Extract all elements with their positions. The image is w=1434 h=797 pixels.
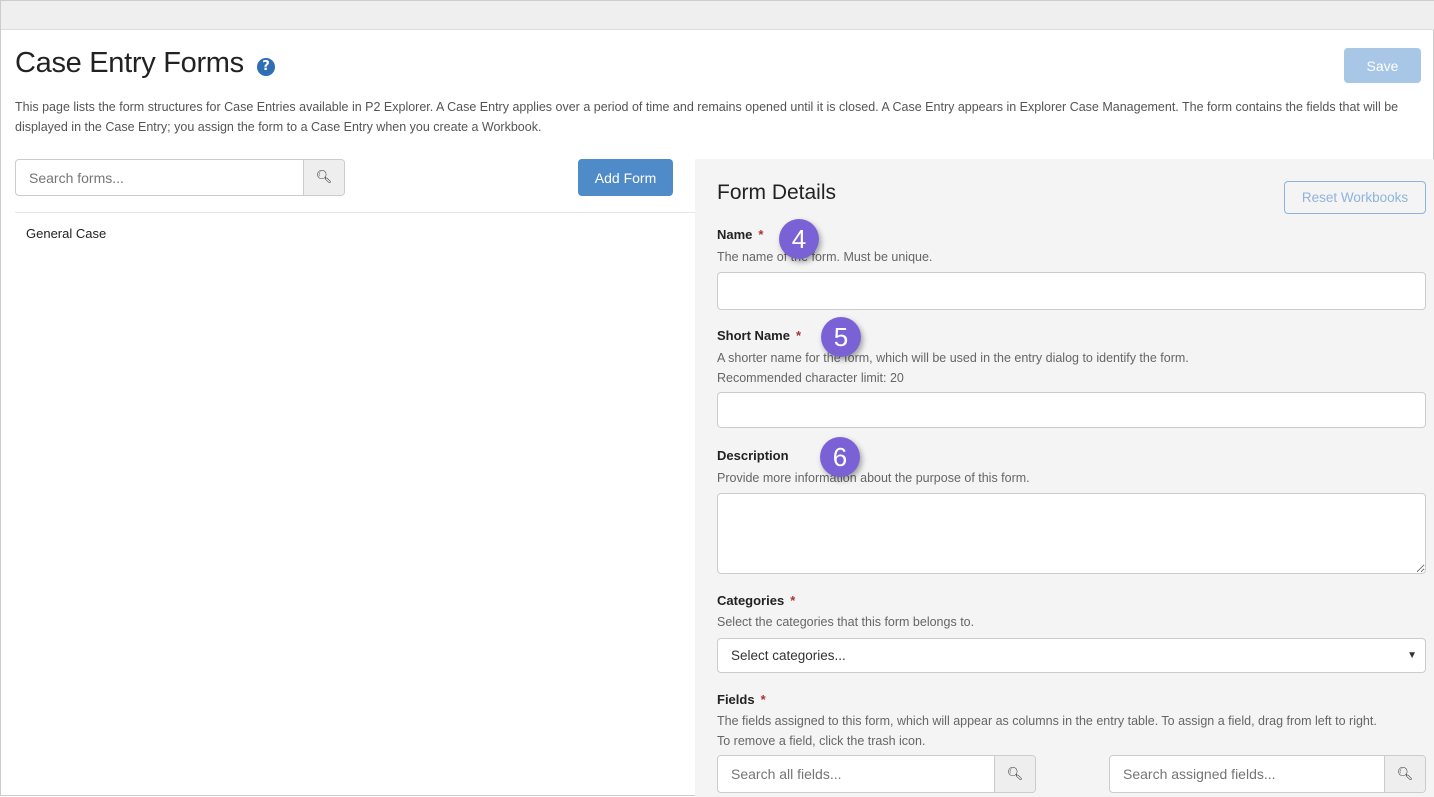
save-button[interactable]: Save xyxy=(1344,48,1421,83)
categories-label-text: Categories xyxy=(717,593,785,608)
fields-hint-remove: To remove a field, click the trash icon. xyxy=(717,734,926,748)
page-description: This page lists the form structures for … xyxy=(15,100,1399,134)
fields-hint: The fields assigned to this form, which … xyxy=(717,714,1377,728)
search-icon: 🔍︎ xyxy=(315,170,333,185)
required-marker: * xyxy=(758,227,764,242)
annotation-badge: 4 xyxy=(779,219,819,259)
search-forms-button[interactable]: 🔍︎ xyxy=(303,160,344,195)
form-list-item[interactable]: General Case xyxy=(26,226,106,241)
fields-label-text: Fields xyxy=(717,692,755,707)
categories-selected: Select categories... xyxy=(731,648,846,663)
search-assigned-fields-input[interactable] xyxy=(1110,756,1384,792)
search-icon: 🔍︎ xyxy=(1006,766,1024,782)
search-forms: 🔍︎ xyxy=(15,159,345,196)
name-input[interactable] xyxy=(717,272,1426,310)
help-icon[interactable]: ? xyxy=(257,58,275,76)
required-marker: * xyxy=(795,328,802,343)
search-icon: 🔍︎ xyxy=(1396,766,1414,782)
required-marker: * xyxy=(790,593,796,608)
categories-label: Categories * xyxy=(717,593,795,608)
description-hint: Provide more information about the purpo… xyxy=(717,471,1030,485)
form-details-title: Form Details xyxy=(717,181,837,204)
caret-down-icon: ▼ xyxy=(1407,650,1417,661)
categories-select[interactable]: Select categories... ▼ xyxy=(717,638,1426,673)
top-bar xyxy=(1,1,1434,30)
categories-hint: Select the categories that this form bel… xyxy=(717,615,975,629)
name-label: Name * xyxy=(717,227,763,242)
required-marker: * xyxy=(760,692,766,707)
divider xyxy=(15,212,695,213)
annotation-badge: 5 xyxy=(821,317,861,357)
search-all-fields-input[interactable] xyxy=(718,756,994,792)
reset-workbooks-button[interactable]: Reset Workbooks xyxy=(1284,181,1426,214)
search-forms-input[interactable] xyxy=(16,160,303,195)
name-label-text: Name xyxy=(717,227,753,242)
short-name-limit: Recommended character limit: 20 xyxy=(717,371,904,385)
short-name-input[interactable] xyxy=(717,392,1426,428)
search-all-fields: 🔍︎ xyxy=(717,755,1036,793)
short-name-label-text: Short Name xyxy=(717,328,790,343)
description-textarea[interactable] xyxy=(717,493,1426,574)
name-hint: The name of the form. Must be unique. xyxy=(717,250,933,264)
fields-label: Fields * xyxy=(717,692,766,707)
description-label: Description xyxy=(717,448,789,463)
short-name-hint: A shorter name for the form, which will … xyxy=(717,351,1189,365)
annotation-badge: 6 xyxy=(820,437,860,477)
add-form-button[interactable]: Add Form xyxy=(578,159,673,196)
short-name-label: Short Name * xyxy=(717,328,801,343)
search-all-fields-button[interactable]: 🔍︎ xyxy=(994,756,1035,792)
search-assigned-fields: 🔍︎ xyxy=(1109,755,1426,793)
search-assigned-fields-button[interactable]: 🔍︎ xyxy=(1384,756,1425,792)
page-title: Case Entry Forms xyxy=(15,47,244,79)
